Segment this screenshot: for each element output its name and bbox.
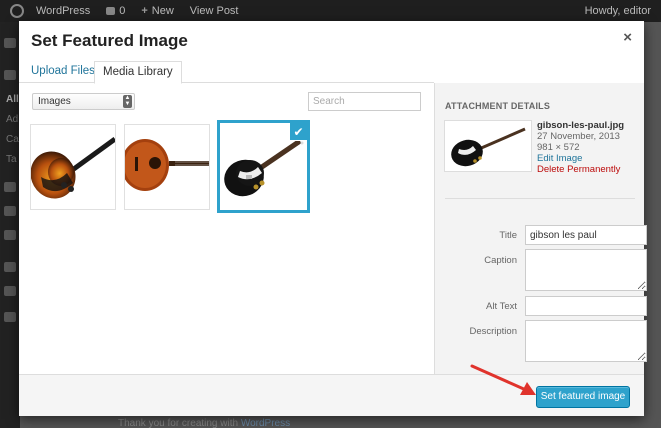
- alt-text-label: Alt Text: [486, 301, 517, 312]
- search-input[interactable]: [308, 92, 421, 111]
- attachment-date: 27 November, 2013: [537, 131, 620, 142]
- select-arrows-icon: ▲ ▼: [123, 95, 132, 108]
- attachment-thumbnail-selected[interactable]: ✔: [220, 123, 307, 210]
- settings-icon[interactable]: [4, 312, 16, 322]
- menu-label-categories[interactable]: Ca: [6, 134, 19, 145]
- title-field[interactable]: [525, 225, 647, 245]
- details-divider: [445, 198, 635, 199]
- caption-label: Caption: [484, 255, 517, 266]
- title-label: Title: [499, 230, 517, 241]
- footer-text: Thank you for creating with: [118, 418, 241, 428]
- modal-tabs: Upload Files Media Library: [19, 61, 434, 84]
- attachment-details-heading: ATTACHMENT DETAILS: [445, 101, 551, 111]
- footer-link[interactable]: WordPress: [241, 418, 290, 428]
- wordpress-logo-icon[interactable]: [10, 4, 24, 18]
- pages-icon[interactable]: [4, 206, 16, 216]
- acoustic-guitar-image: [125, 139, 209, 191]
- page-footer: Thank you for creating with WordPress: [118, 418, 290, 428]
- attachment-filename: gibson-les-paul.jpg: [537, 120, 625, 131]
- admin-bar: WordPress 0 + New View Post Howdy, edito…: [0, 0, 661, 22]
- media-icon[interactable]: [4, 182, 16, 192]
- tab-media-library[interactable]: Media Library: [94, 61, 182, 84]
- attachment-thumbnail[interactable]: [125, 125, 209, 209]
- modal-title: Set Featured Image: [31, 31, 188, 50]
- new-content-link[interactable]: + New: [133, 0, 181, 22]
- attachment-info: gibson-les-paul.jpg 27 November, 2013 98…: [537, 120, 624, 175]
- admin-side-menu: All Ad Ca Ta: [0, 22, 20, 428]
- sunburst-guitar-image: [31, 136, 115, 199]
- tools-icon[interactable]: [4, 286, 16, 296]
- comments-icon[interactable]: [4, 230, 16, 240]
- comment-bubble-icon: [106, 7, 116, 15]
- les-paul-preview-image: [451, 127, 526, 167]
- delete-permanently-link[interactable]: Delete Permanently: [537, 164, 624, 175]
- set-featured-image-button[interactable]: Set featured image: [536, 386, 630, 408]
- comments-link[interactable]: 0: [98, 0, 133, 22]
- dashboard-icon[interactable]: [4, 38, 16, 48]
- attachment-thumbnail[interactable]: [31, 125, 115, 209]
- media-filter-select[interactable]: Images ▲ ▼: [32, 93, 135, 110]
- close-icon[interactable]: ×: [623, 29, 632, 46]
- selected-check-icon[interactable]: ✔: [289, 123, 307, 141]
- menu-label-tags[interactable]: Ta: [6, 154, 17, 165]
- new-label: New: [151, 5, 174, 17]
- attachment-preview: [445, 121, 531, 171]
- edit-image-link[interactable]: Edit Image: [537, 153, 624, 164]
- attachment-dimensions: 981 × 572: [537, 142, 580, 153]
- menu-label-add[interactable]: Ad: [6, 114, 18, 125]
- tab-upload-files[interactable]: Upload Files: [23, 61, 103, 84]
- media-modal: Set Featured Image × Upload Files Media …: [19, 21, 647, 416]
- alt-text-field[interactable]: [525, 296, 647, 316]
- menu-label-all[interactable]: All: [6, 94, 19, 105]
- modal-footer-toolbar: Set featured image: [19, 374, 644, 416]
- account-greeting[interactable]: Howdy, editor: [577, 0, 661, 22]
- users-icon[interactable]: [4, 262, 16, 272]
- filter-selected-value: Images: [38, 96, 71, 107]
- pin-icon[interactable]: [4, 70, 16, 80]
- plus-icon: +: [141, 5, 148, 17]
- attachment-details-sidebar: ATTACHMENT DETAILS gibson-les-paul.jpg 2…: [434, 83, 647, 374]
- comments-count: 0: [119, 5, 126, 17]
- caption-field[interactable]: [525, 249, 647, 291]
- description-label: Description: [469, 326, 517, 337]
- description-field[interactable]: [525, 320, 647, 362]
- site-name-link[interactable]: WordPress: [28, 0, 98, 22]
- view-post-link[interactable]: View Post: [182, 0, 247, 22]
